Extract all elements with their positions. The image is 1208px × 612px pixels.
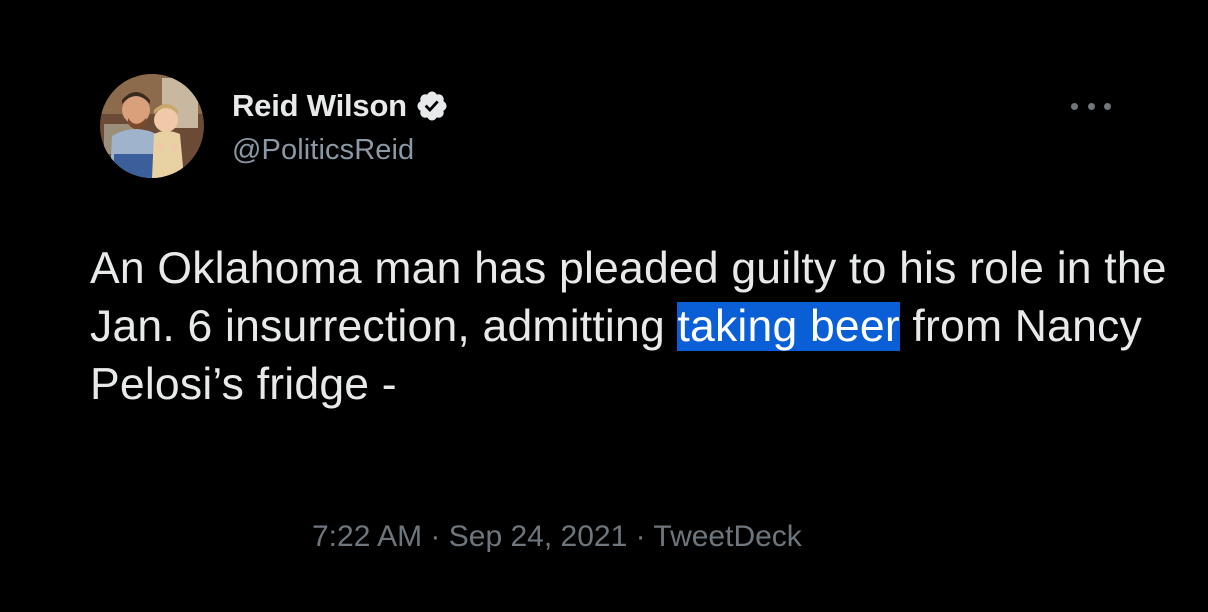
handle[interactable]: @PoliticsReid [232,134,449,167]
meta-separator: · [430,520,441,553]
dot [1087,102,1095,110]
meta-separator: · [635,520,646,553]
avatar[interactable] [100,74,204,178]
tweet-text: An Oklahoma man has pleaded guilty to hi… [90,240,1170,414]
tweet-time[interactable]: 7:22 AM [312,520,422,553]
selected-text: taking beer [677,302,900,351]
name-row: Reid Wilson [232,86,449,126]
tweet-card: Reid Wilson @PoliticsReid An Oklahoma ma… [0,0,1208,612]
verified-badge-icon [415,89,449,123]
tweet-source[interactable]: TweetDeck [653,520,801,553]
tweet-header: Reid Wilson @PoliticsReid [232,86,449,167]
avatar-photo [100,74,204,178]
dot [1104,102,1111,110]
display-name[interactable]: Reid Wilson [232,88,407,124]
dot [1071,102,1078,110]
tweet-date[interactable]: Sep 24, 2021 [449,520,628,553]
more-options-icon[interactable] [1071,96,1111,116]
tweet-meta: 7:22 AM · Sep 24, 2021 · TweetDeck [312,520,802,554]
